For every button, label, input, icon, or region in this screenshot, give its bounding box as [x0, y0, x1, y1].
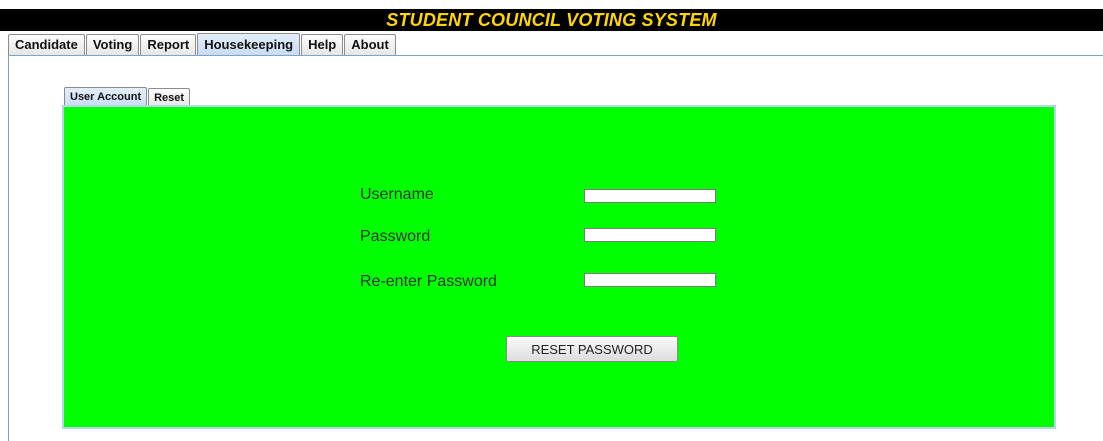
- sub-tab-strip: User Account Reset: [64, 87, 191, 107]
- tab-report[interactable]: Report: [140, 34, 197, 55]
- tab-candidate[interactable]: Candidate: [8, 34, 85, 55]
- username-input[interactable]: [584, 189, 716, 203]
- reset-password-panel: Username Password Re-enter Password RESE…: [62, 105, 1056, 429]
- reenter-password-input[interactable]: [584, 273, 716, 287]
- password-label: Password: [360, 228, 431, 245]
- content-left-border: [8, 55, 9, 441]
- app-title: STUDENT COUNCIL VOTING SYSTEM: [386, 10, 717, 30]
- password-input[interactable]: [584, 228, 716, 242]
- tab-about[interactable]: About: [344, 34, 396, 55]
- tab-content-border: [8, 55, 1103, 56]
- main-tab-strip: Candidate Voting Report Housekeeping Hel…: [8, 33, 397, 55]
- reset-password-button[interactable]: RESET PASSWORD: [506, 336, 678, 362]
- username-label: Username: [360, 186, 434, 203]
- tab-voting[interactable]: Voting: [85, 34, 140, 55]
- app-title-bar: STUDENT COUNCIL VOTING SYSTEM: [0, 9, 1103, 31]
- tab-help[interactable]: Help: [301, 34, 344, 55]
- reenter-password-label: Re-enter Password: [360, 273, 497, 290]
- subtab-user-account[interactable]: User Account: [64, 87, 148, 107]
- tab-housekeeping[interactable]: Housekeeping: [197, 33, 301, 55]
